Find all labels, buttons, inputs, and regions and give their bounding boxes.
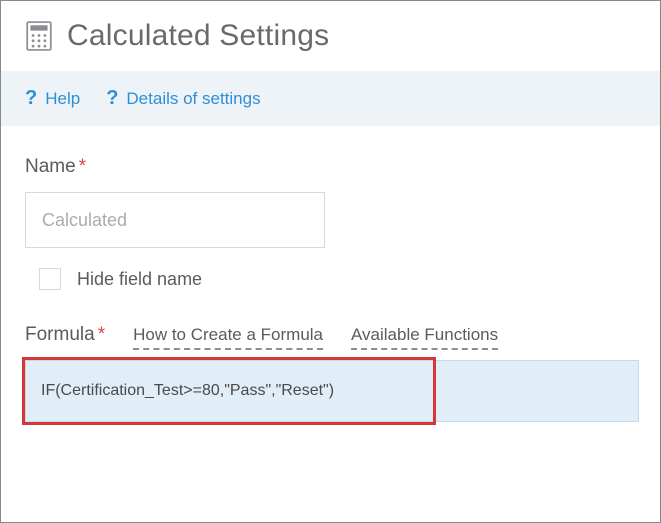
hide-field-name-row: Hide field name — [39, 268, 636, 290]
help-bar: ? Help ? Details of settings — [1, 71, 660, 126]
content-area: Name* Hide field name Formula* How to Cr… — [1, 126, 660, 444]
page-title: Calculated Settings — [67, 19, 329, 53]
hide-field-name-label: Hide field name — [77, 269, 202, 290]
help-link-label: Help — [45, 89, 80, 109]
calculator-icon — [25, 20, 53, 52]
question-icon: ? — [106, 87, 118, 110]
formula-input-area: IF(Certification_Test>=80,"Pass","Reset"… — [25, 358, 636, 426]
name-field-label: Name* — [25, 156, 636, 178]
formula-header-row: Formula* How to Create a Formula Availab… — [25, 324, 636, 350]
how-to-create-formula-link[interactable]: How to Create a Formula — [133, 325, 323, 350]
details-link[interactable]: ? Details of settings — [106, 87, 260, 110]
formula-section: Formula* How to Create a Formula Availab… — [25, 324, 636, 426]
required-asterisk: * — [79, 156, 86, 177]
formula-highlight-box: IF(Certification_Test>=80,"Pass","Reset"… — [22, 357, 436, 425]
name-input[interactable] — [25, 192, 325, 248]
formula-value: IF(Certification_Test>=80,"Pass","Reset"… — [41, 382, 334, 400]
help-link[interactable]: ? Help — [25, 87, 80, 110]
dialog-header: Calculated Settings — [1, 1, 660, 71]
details-link-label: Details of settings — [126, 89, 260, 109]
formula-field-label: Formula* — [25, 324, 105, 346]
question-icon: ? — [25, 87, 37, 110]
available-functions-link[interactable]: Available Functions — [351, 325, 498, 350]
required-asterisk: * — [98, 324, 105, 345]
hide-field-name-checkbox[interactable] — [39, 268, 61, 290]
